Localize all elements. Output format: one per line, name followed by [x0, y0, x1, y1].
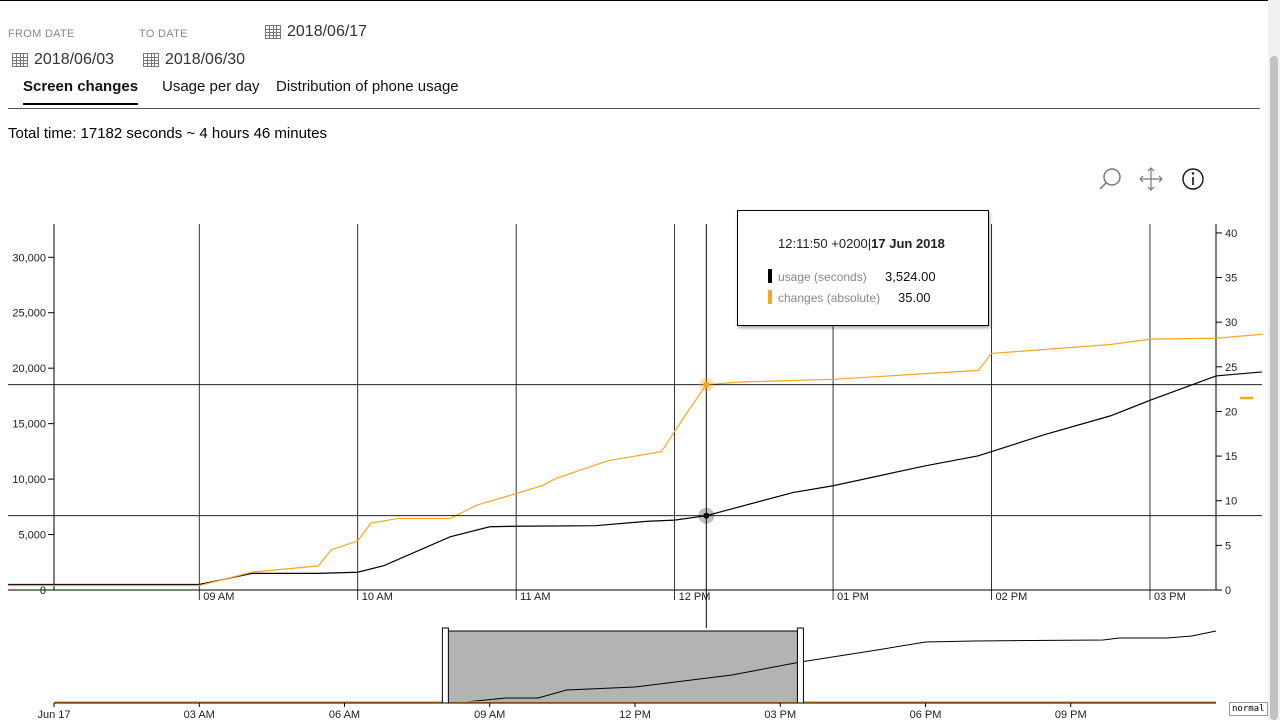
tooltip-row-changes: changes (absolute) [768, 290, 880, 305]
changes-hover-point [703, 381, 710, 388]
usage-hover-point [703, 512, 710, 519]
navigator-tick-label: 06 AM [329, 709, 360, 720]
navigator: Jun 17 03 AM 06 AM 09 AM 12 PM 03 PM 06 PM 09 P… [37, 627, 1217, 720]
navigator-selection [445, 631, 801, 703]
y-left-tick-label: 20,000 [12, 363, 46, 375]
y-right-tick-label: 25 [1225, 362, 1237, 374]
navigator-tick-label: Jun 17 [37, 709, 70, 720]
y-right-tick-label: 15 [1225, 451, 1237, 463]
series-line-usage [8, 371, 1263, 586]
y-left-tick-label: 10,000 [12, 474, 46, 486]
navigator-tick-label: 06 PM [910, 709, 942, 720]
x-tick-label: 10 AM [362, 591, 393, 603]
x-tick-label: 03 PM [1154, 591, 1186, 603]
navigator-tick-label: 12 PM [619, 709, 651, 720]
page-scrollbar[interactable] [1268, 0, 1280, 720]
y-right-tick-label: 10 [1225, 496, 1237, 508]
y-left-tick-label: 5,000 [18, 530, 46, 542]
navigator-handle-right [796, 627, 804, 704]
tooltip-time: 12:11:50 +0200 [778, 236, 868, 251]
screen-changes-chart[interactable]: 09 AM 10 AM 11 AM 12 PM 01 PM 02 PM 03 PM 0 5,00… [0, 0, 1268, 720]
navigator-tick-label: 09 AM [474, 709, 505, 720]
x-tick-label: 11 AM [520, 591, 550, 603]
hover-tooltip: 12:11:50 +0200|17 Jun 2018 usage (second… [737, 210, 989, 326]
series-line-changes [8, 333, 1263, 587]
tooltip-changes-label: changes (absolute) [778, 291, 881, 305]
navigator-mode-button[interactable]: normal [1229, 702, 1268, 716]
navigator-tick-label: 09 PM [1055, 709, 1087, 720]
y-right-tick-label: 20 [1225, 406, 1237, 418]
x-tick-label: 09 AM [203, 591, 234, 603]
y-right-tick-label: 40 [1225, 228, 1237, 240]
y-left-tick-label: 0 [40, 585, 46, 597]
y-left-tick-label: 30,000 [12, 252, 46, 264]
navigator-tick-label: 03 PM [764, 709, 796, 720]
y-right-tick-label: 30 [1225, 317, 1237, 329]
y-right-tick-label: 5 [1225, 540, 1231, 552]
y-left-tick-label: 15,000 [12, 419, 46, 431]
usage-swatch [768, 269, 772, 283]
navigator-tick-label: 03 AM [184, 709, 215, 720]
tooltip-usage-label: usage (seconds) [778, 270, 867, 284]
changes-swatch [768, 290, 772, 304]
tooltip-usage-value: 3,524.00 [885, 269, 936, 284]
tooltip-row-usage: usage (seconds) [768, 269, 867, 284]
y-left-tick-label: 25,000 [12, 308, 46, 320]
navigator-handle-left [441, 627, 449, 704]
scrollbar-thumb[interactable] [1270, 56, 1278, 720]
y-right-tick-label: 35 [1225, 273, 1237, 285]
x-tick-label: 02 PM [996, 591, 1028, 603]
chart-grid [198, 224, 1151, 600]
tooltip-date: 17 Jun 2018 [871, 236, 945, 251]
chart-axes: 09 AM 10 AM 11 AM 12 PM 01 PM 02 PM 03 PM 0 5,00… [8, 224, 1237, 603]
tooltip-title: 12:11:50 +0200|17 Jun 2018 [778, 236, 945, 251]
x-tick-label: 12 PM [679, 591, 711, 603]
x-tick-label: 01 PM [837, 591, 869, 603]
tooltip-changes-value: 35.00 [898, 290, 931, 305]
y-right-tick-label: 0 [1225, 585, 1231, 597]
chart-series [8, 333, 1263, 587]
